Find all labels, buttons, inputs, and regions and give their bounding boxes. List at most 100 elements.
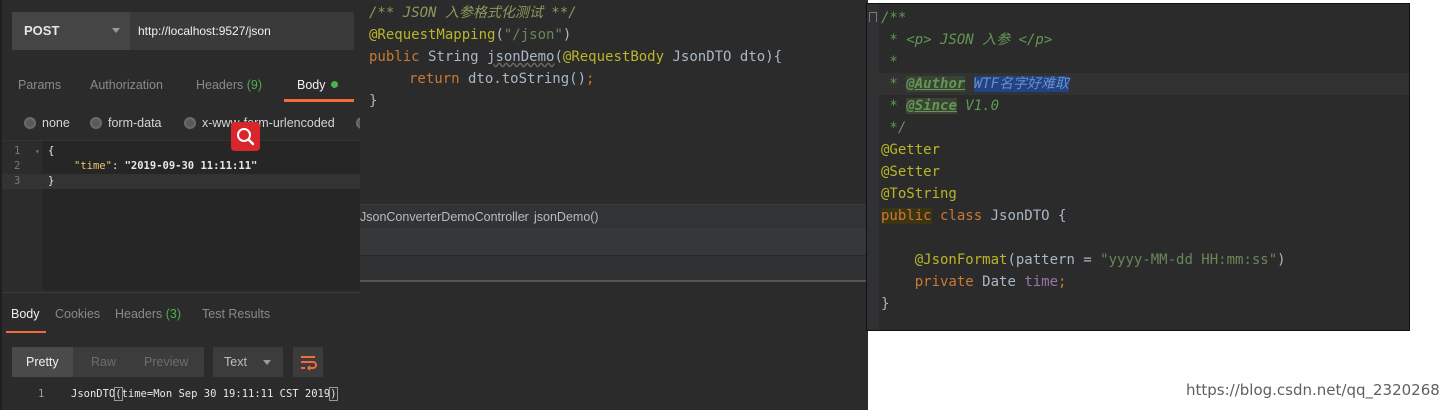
tool-strip	[360, 256, 868, 282]
response-text: JsonDTO(time=Mon Sep 30 19:11:11 CST 201…	[71, 385, 338, 403]
breadcrumb-class[interactable]: JsonConverterDemoController	[360, 205, 529, 229]
doc-line: */	[881, 120, 907, 136]
code-comment: /** JSON 入参格式化测试 **/	[369, 5, 577, 21]
doc-value: V1.0	[956, 98, 1000, 114]
tab-authorization[interactable]: Authorization	[90, 70, 163, 100]
code-line: private Date time;	[881, 271, 1067, 293]
request-body-editor[interactable]: 1 ▾ { 2 "time": "2019-09-30 11:11:11" 3 …	[2, 140, 360, 291]
resp-tab-cookies[interactable]: Cookies	[55, 307, 100, 327]
code-line: @RequestMapping("/json")	[369, 24, 571, 46]
doc-line: * <p> JSON 入参 </p>	[881, 32, 1053, 48]
editor-line-current: 3 }	[2, 174, 360, 189]
radio-form-data[interactable]: form-data	[90, 112, 162, 134]
keyword: private	[914, 274, 974, 290]
tab-body[interactable]: Body	[297, 70, 338, 100]
body-mode-radios: none form-data x-www-form-urlencoded	[2, 112, 368, 134]
json-value: "2019-09-30 11:11:11"	[124, 160, 258, 172]
code-text: }	[48, 175, 55, 187]
code-punct: (	[554, 49, 563, 65]
code-text: {	[48, 145, 55, 157]
search-icon[interactable]	[231, 122, 260, 151]
radio-icon	[90, 117, 102, 129]
doc-line: /**	[881, 10, 907, 26]
code-line: @JsonFormat(pattern = "yyyy-MM-dd HH:mm:…	[881, 249, 1286, 271]
json-sep: :	[111, 160, 125, 172]
annotation-line: @Setter	[881, 164, 941, 180]
postman-panel: POST http://localhost:9527/json Params A…	[0, 0, 368, 410]
response-content: time=Mon Sep 30 19:11:11 CST 2019	[121, 388, 331, 400]
code-line: }	[881, 296, 890, 312]
keyword: public	[881, 208, 932, 224]
radio-icon	[184, 117, 196, 129]
resp-tab-headers[interactable]: Headers (3)	[115, 307, 181, 327]
tab-label: Params	[18, 78, 62, 92]
wrap-lines-button[interactable]	[293, 347, 323, 377]
radio-icon	[24, 117, 36, 129]
tab-label: Body	[297, 78, 326, 92]
format-select[interactable]: Text	[213, 347, 283, 377]
radio-none[interactable]: none	[24, 112, 70, 134]
preview-button[interactable]: Preview	[144, 347, 188, 377]
breadcrumb-method[interactable]: jsonDemo()	[534, 205, 599, 229]
doc-line: * @Since V1.0	[881, 95, 999, 117]
method-select[interactable]: POST	[12, 12, 130, 50]
view-mode-group: Pretty Raw Preview	[12, 347, 204, 377]
tab-headers[interactable]: Headers (9)	[196, 70, 262, 100]
format-label: Text	[224, 355, 247, 369]
tool-strip	[360, 228, 868, 256]
class-declaration: public class JsonDTO {	[881, 205, 1066, 227]
tab-label: Authorization	[90, 78, 163, 92]
headers-count: (3)	[165, 307, 182, 321]
ide-dto-panel: /** * <p> JSON 入参 </p> * * @Author WTF名字…	[866, 3, 1410, 331]
string-literal: "/json"	[503, 27, 563, 43]
keyword: class	[931, 208, 991, 224]
doc-tag: @Since	[906, 98, 957, 114]
response-panel: Body Cookies Headers (3) Test Results Pr…	[2, 292, 360, 410]
annotation: @RequestMapping	[369, 27, 496, 43]
doc-line: *	[881, 54, 898, 70]
chevron-down-icon	[263, 360, 271, 365]
class-name: JsonDTO {	[990, 208, 1067, 224]
code-punct: )	[1277, 252, 1286, 268]
radio-label: none	[42, 116, 70, 130]
url-input[interactable]: http://localhost:9527/json	[138, 12, 271, 50]
code-text: "time": "2019-09-30 11:11:11"	[74, 159, 257, 174]
json-key: "time"	[74, 160, 112, 172]
code-type: String	[419, 49, 488, 65]
doc-prefix: *	[881, 98, 907, 114]
resp-tab-test-results[interactable]: Test Results	[202, 307, 270, 327]
watermark-text: https://blog.csdn.net/qq_23202687	[1186, 381, 1441, 399]
resp-tab-body[interactable]: Body	[11, 307, 40, 327]
fold-icon[interactable]	[869, 12, 877, 22]
response-bracket: )	[329, 387, 338, 401]
raw-button[interactable]: Raw	[91, 347, 116, 377]
controller-editor[interactable]: /** JSON 入参格式化测试 **/ @RequestMapping("/j…	[360, 0, 868, 200]
chevron-right-icon: ›	[523, 210, 527, 224]
method-label: POST	[24, 23, 60, 38]
radio-label: x-www-form-urlencoded	[202, 116, 335, 130]
doc-line-current: * @Author WTF名字好难取	[867, 73, 1409, 95]
selected-text: WTF名字好难取	[973, 76, 1070, 92]
line-number: 2	[14, 160, 21, 172]
keyword: public	[369, 49, 420, 65]
request-tabs: Params Authorization Headers (9) Body	[2, 70, 362, 102]
chevron-down-icon	[112, 28, 120, 33]
pretty-button[interactable]: Pretty	[12, 347, 73, 377]
line-number: 1	[38, 388, 45, 400]
doc-prefix: *	[881, 76, 907, 92]
annotation-line: @ToString	[881, 186, 957, 202]
line-number: 3	[14, 175, 21, 187]
breadcrumb: JsonConverterDemoController › jsonDemo()	[360, 204, 868, 228]
code-punct: ;	[586, 71, 595, 87]
response-line: 1 JsonDTO(time=Mon Sep 30 19:11:11 CST 2…	[2, 385, 360, 403]
tab-label: Cookies	[55, 307, 101, 321]
headers-count: (9)	[246, 78, 263, 92]
code-line: return dto.toString();	[409, 68, 594, 90]
tab-params[interactable]: Params	[18, 70, 61, 100]
fold-arrow-icon[interactable]: ▾	[35, 144, 40, 159]
status-dot-icon	[330, 81, 338, 88]
annotation-line: @Getter	[881, 142, 941, 158]
code-line: }	[369, 93, 378, 109]
